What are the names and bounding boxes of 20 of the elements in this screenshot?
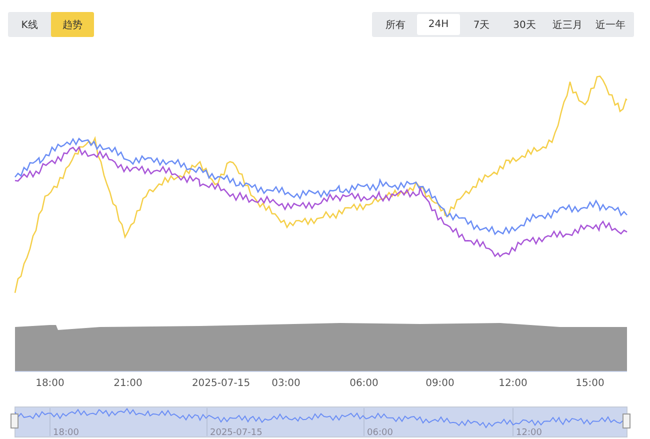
range-tab[interactable]: 所有	[374, 14, 417, 35]
range-tab[interactable]: 近一年	[589, 14, 632, 35]
axis-label: 03:00	[272, 378, 300, 389]
navigator-label: 18:00	[53, 428, 79, 438]
navigator-label: 12:00	[516, 428, 542, 438]
axis-label: 09:00	[426, 378, 454, 389]
mode-tab[interactable]: 趋势	[51, 12, 94, 37]
range-tab[interactable]: 近三月	[546, 14, 589, 35]
navigator-label: 2025-07-15	[210, 428, 262, 438]
axis-label: 18:00	[36, 378, 64, 389]
axis-label: 12:00	[498, 378, 528, 389]
axis-label: 21:00	[114, 378, 142, 389]
mode-tab[interactable]: K线	[8, 12, 51, 37]
range-tab[interactable]: 24H	[417, 14, 460, 35]
axis-label: 06:00	[350, 378, 378, 389]
axis-label: 15:00	[576, 378, 604, 389]
range-tab[interactable]: 30天	[503, 14, 546, 35]
axis-label: 2025-07-15	[192, 378, 250, 389]
range-tab[interactable]: 7天	[460, 14, 503, 35]
navigator-label: 06:00	[367, 428, 393, 438]
